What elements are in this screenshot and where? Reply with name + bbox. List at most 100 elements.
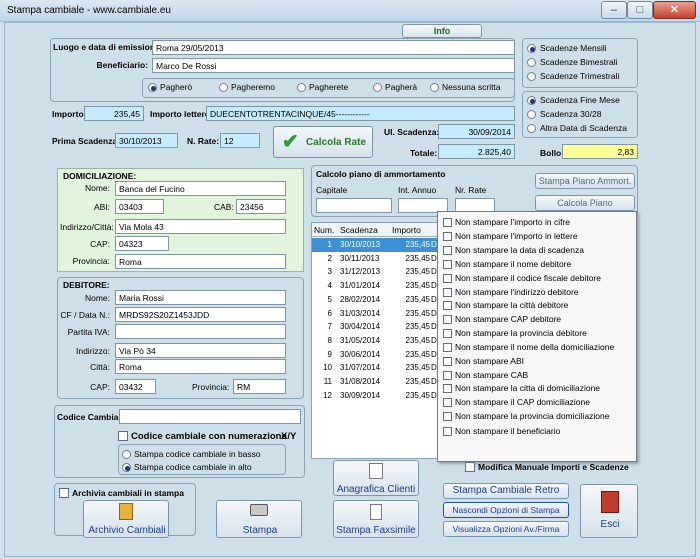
retro-button[interactable]: Stampa Cambiale Retro (443, 483, 569, 499)
codice-input[interactable] (119, 409, 301, 424)
option-checkbox[interactable] (443, 343, 452, 352)
luogo-input[interactable]: Roma 29/05/2013 (152, 40, 515, 55)
menu-item-group1-0[interactable]: Non stampare l'importo in cifre (438, 216, 636, 229)
table-row[interactable]: 7 30/04/2014 235,45 D (312, 320, 437, 334)
fine-radio-2[interactable] (527, 124, 539, 136)
table-row[interactable]: 1 30/10/2013 235,45 D (312, 238, 437, 252)
option-checkbox[interactable] (443, 412, 452, 421)
scadenze-radio-2[interactable] (527, 72, 539, 84)
dom-cap-input[interactable]: 04323 (115, 236, 169, 251)
tense-radio-3[interactable] (373, 83, 385, 95)
option-checkbox[interactable] (443, 231, 452, 241)
table-row[interactable]: 3 31/12/2013 235,45 D (312, 265, 437, 279)
bollo-input[interactable]: 2,83 (562, 144, 638, 159)
dom-provincia-input[interactable]: Roma (115, 254, 286, 269)
table-row[interactable]: 12 30/09/2014 235,45 D (312, 389, 437, 403)
codice-basso-radio[interactable] (122, 450, 134, 462)
menu-item-group2-0[interactable]: Non stampare il nome debitore (438, 258, 636, 271)
tense-radio-4[interactable] (430, 83, 442, 95)
calcola-rate-button[interactable]: ✔ Calcola Rate (273, 126, 373, 158)
menu-item-group2-4[interactable]: Non stampare CAP debitore (438, 313, 636, 326)
importo-lettere-input[interactable]: DUECENTOTRENTACINQUE/45------------ (206, 106, 515, 121)
deb-piva-input[interactable] (115, 324, 286, 339)
deb-cap-input[interactable]: 03432 (115, 379, 156, 394)
option-checkbox[interactable] (443, 301, 452, 311)
menu-item-group2-2[interactable]: Non stampare l'indirizzo debitore (438, 286, 636, 299)
option-checkbox[interactable] (443, 329, 452, 338)
deb-provincia-input[interactable]: RM (233, 379, 286, 394)
option-checkbox[interactable] (443, 218, 452, 227)
tense-radio-2[interactable] (297, 83, 309, 95)
menu-item-group2-5[interactable]: Non stampare la provincia debitore (438, 327, 636, 340)
menu-item-group3-2[interactable]: Non stampare CAB (438, 369, 636, 382)
anagrafica-button[interactable]: Anagrafica Clienti (333, 460, 419, 496)
esci-button[interactable]: Esci (580, 484, 638, 538)
deb-citta-input[interactable]: Roma (115, 359, 286, 374)
nrate-input[interactable]: 12 (220, 133, 260, 148)
table-row[interactable]: 11 31/08/2014 235,45 D (312, 375, 437, 389)
scadenze-radio-1[interactable] (527, 58, 539, 70)
deb-indirizzo-input[interactable]: Via Pò 34 (115, 343, 286, 358)
table-row[interactable]: 9 30/06/2014 235,45 D (312, 348, 437, 362)
option-checkbox[interactable] (443, 287, 452, 297)
archivia-checkbox[interactable] (59, 488, 69, 498)
option-checkbox[interactable] (443, 273, 452, 283)
maximize-button[interactable]: □ (627, 1, 653, 19)
stampa-piano-button[interactable]: Stampa Piano Ammort. (535, 173, 635, 189)
menu-item-group2-3[interactable]: Non stampare la città debitore (438, 299, 636, 312)
codice-alto-radio[interactable] (122, 463, 134, 475)
piano-capitale-input[interactable] (316, 198, 392, 213)
modifica-checkbox[interactable] (465, 462, 475, 472)
close-button[interactable]: ✕ (653, 1, 696, 19)
importo-input[interactable]: 235,45 (84, 106, 144, 121)
menu-item-group3-5[interactable]: Non stampare la provincia domiciliazione (438, 410, 636, 423)
scadenze-radio-0[interactable] (527, 44, 539, 56)
menu-item-group1-1[interactable]: Non stampare l'importo in lettere (438, 230, 636, 243)
fine-radio-1[interactable] (527, 110, 539, 122)
table-row[interactable]: 2 30/11/2013 235,45 D (312, 252, 437, 266)
totale-input[interactable]: 2.825,40 (438, 144, 515, 159)
table-row[interactable]: 10 31/07/2014 235,45 D (312, 361, 437, 375)
prima-scadenza-input[interactable]: 30/10/2013 (115, 133, 178, 148)
deb-nome-input[interactable]: Maria Rossi (115, 290, 286, 305)
option-checkbox[interactable] (443, 315, 452, 325)
visualizza-button[interactable]: Visualizza Opzioni Av./Firma (443, 521, 569, 537)
dom-indirizzo-input[interactable]: Via Mola 43 (115, 219, 286, 234)
option-checkbox[interactable] (443, 356, 452, 366)
table-row[interactable]: 4 31/01/2014 235,45 D (312, 279, 437, 293)
option-checkbox[interactable] (443, 427, 452, 436)
ultima-scadenza-input[interactable]: 30/09/2014 (438, 124, 515, 139)
calcola-piano-button[interactable]: Calcola Piano (535, 195, 635, 211)
menu-item-group4-0[interactable]: Non stampare il beneficiario (438, 425, 636, 438)
numerazione-checkbox[interactable] (118, 431, 128, 441)
dom-cab-input[interactable]: 23456 (236, 199, 286, 214)
faxsimile-button[interactable]: Stampa Faxsimile (333, 500, 419, 538)
fine-radio-0[interactable] (527, 96, 539, 108)
nascondi-button[interactable]: Nascondi Opzioni di Stampa (443, 502, 569, 518)
tense-radio-0[interactable] (148, 83, 160, 95)
minimize-button[interactable]: – (601, 1, 627, 19)
table-row[interactable]: 5 28/02/2014 235,45 D (312, 293, 437, 307)
option-checkbox[interactable] (443, 370, 452, 380)
beneficiario-input[interactable]: Marco De Rossi (152, 58, 515, 73)
option-checkbox[interactable] (443, 384, 452, 394)
dom-nome-input[interactable]: Banca del Fucino (115, 181, 286, 196)
menu-item-group3-1[interactable]: Non stampare ABI (438, 355, 636, 368)
menu-item-group1-2[interactable]: Non stampare la data di scadenza (438, 244, 636, 257)
menu-item-group3-0[interactable]: Non stampare il nome della domiciliazion… (438, 341, 636, 354)
menu-item-group2-1[interactable]: Non stampare il codice fiscale debitore (438, 272, 636, 285)
tense-radio-1[interactable] (219, 83, 231, 95)
table-row[interactable]: 6 31/03/2014 235,45 D (312, 307, 437, 321)
table-row[interactable]: 8 31/05/2014 235,45 D (312, 334, 437, 348)
option-checkbox[interactable] (443, 260, 452, 269)
info-tab[interactable]: Info (402, 24, 482, 38)
menu-item-group3-4[interactable]: Non stampare il CAP domiciliazione (438, 396, 636, 409)
deb-cf-label: CF / Data N.: (60, 310, 110, 320)
menu-item-group3-3[interactable]: Non stampare la citta di domiciliazione (438, 382, 636, 395)
stampa-button[interactable]: Stampa (216, 500, 302, 538)
dom-abi-input[interactable]: 03403 (115, 199, 164, 214)
option-checkbox[interactable] (443, 398, 452, 408)
deb-cf-input[interactable]: MRDS92S20Z1453JDD (115, 307, 286, 322)
option-checkbox[interactable] (443, 245, 452, 255)
archivio-button[interactable]: Archivio Cambiali (83, 500, 169, 538)
